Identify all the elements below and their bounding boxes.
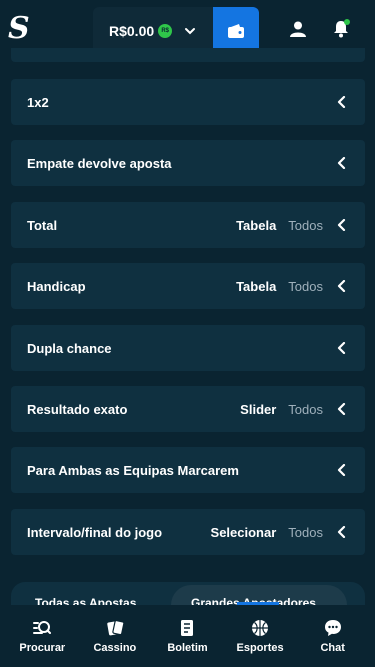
market-title: Intervalo/final do jogo xyxy=(27,524,163,540)
collapsed-market-partial xyxy=(11,48,365,62)
view-option-all[interactable]: Todos xyxy=(288,525,323,540)
balance-selector[interactable]: R$0.00 R$ xyxy=(93,7,213,54)
market-title: Empate devolve aposta xyxy=(27,155,172,171)
nav-item-casino[interactable]: Cassino xyxy=(82,619,148,654)
nav-label: Cassino xyxy=(93,641,137,654)
view-option-select[interactable]: Selecionar xyxy=(211,525,277,540)
market-title: Dupla chance xyxy=(27,340,112,356)
view-option-all[interactable]: Todos xyxy=(288,218,323,233)
chat-icon xyxy=(324,619,341,636)
betslip-icon xyxy=(181,619,194,636)
market-row-halftime-fulltime[interactable]: Intervalo/final do jogo Selecionar Todos xyxy=(11,509,365,555)
chevron-left-icon xyxy=(337,464,346,476)
market-title: 1x2 xyxy=(27,94,49,110)
nav-label: Chat xyxy=(320,641,345,654)
nav-label: Esportes xyxy=(236,641,284,654)
chevron-left-icon xyxy=(337,96,346,108)
market-row-double-chance[interactable]: Dupla chance xyxy=(11,325,365,371)
market-row-draw-no-bet[interactable]: Empate devolve aposta xyxy=(11,140,365,186)
market-title: Handicap xyxy=(27,278,86,294)
currency-badge: R$ xyxy=(158,23,173,38)
search-icon xyxy=(33,620,52,634)
market-row-total[interactable]: Total Tabela Todos xyxy=(11,202,365,248)
chevron-left-icon xyxy=(337,219,346,231)
balance-amount: R$0.00 xyxy=(109,22,155,39)
view-option-slider[interactable]: Slider xyxy=(240,402,276,417)
nav-item-betslip[interactable]: Boletim xyxy=(154,619,220,654)
view-option-table[interactable]: Tabela xyxy=(236,218,276,233)
view-option-all[interactable]: Todos xyxy=(288,279,323,294)
chevron-left-icon xyxy=(337,403,346,415)
nav-label: Procurar xyxy=(19,641,66,654)
nav-item-chat[interactable]: Chat xyxy=(300,619,366,654)
market-row-correct-score[interactable]: Resultado exato Slider Todos xyxy=(11,386,365,432)
chevron-left-icon xyxy=(337,280,346,292)
wallet-icon xyxy=(228,23,244,38)
market-row-1x2[interactable]: 1x2 xyxy=(11,79,365,125)
user-icon[interactable] xyxy=(289,20,307,38)
view-option-all[interactable]: Todos xyxy=(288,402,323,417)
nav-item-search[interactable]: Procurar xyxy=(9,619,75,654)
market-row-handicap[interactable]: Handicap Tabela Todos xyxy=(11,263,365,309)
market-title: Resultado exato xyxy=(27,401,128,417)
chevron-left-icon xyxy=(337,157,346,169)
wallet-button[interactable] xyxy=(213,7,259,54)
market-title: Para Ambas as Equipas Marcarem xyxy=(27,462,239,478)
nav-label: Boletim xyxy=(167,641,208,654)
chevron-left-icon xyxy=(337,342,346,354)
cards-icon xyxy=(107,619,124,635)
nav-item-sports[interactable]: Esportes xyxy=(227,619,293,654)
chevron-left-icon xyxy=(337,526,346,538)
view-option-table[interactable]: Tabela xyxy=(236,279,276,294)
market-row-both-teams-score[interactable]: Para Ambas as Equipas Marcarem xyxy=(11,447,365,493)
chevron-down-icon xyxy=(185,27,196,34)
basketball-icon xyxy=(252,619,269,636)
brand-logo[interactable]: S xyxy=(8,12,32,46)
bell-icon[interactable] xyxy=(332,19,350,39)
market-title: Total xyxy=(27,217,58,233)
bottom-navigation: Procurar Cassino Boletim Esportes Chat xyxy=(0,605,375,667)
